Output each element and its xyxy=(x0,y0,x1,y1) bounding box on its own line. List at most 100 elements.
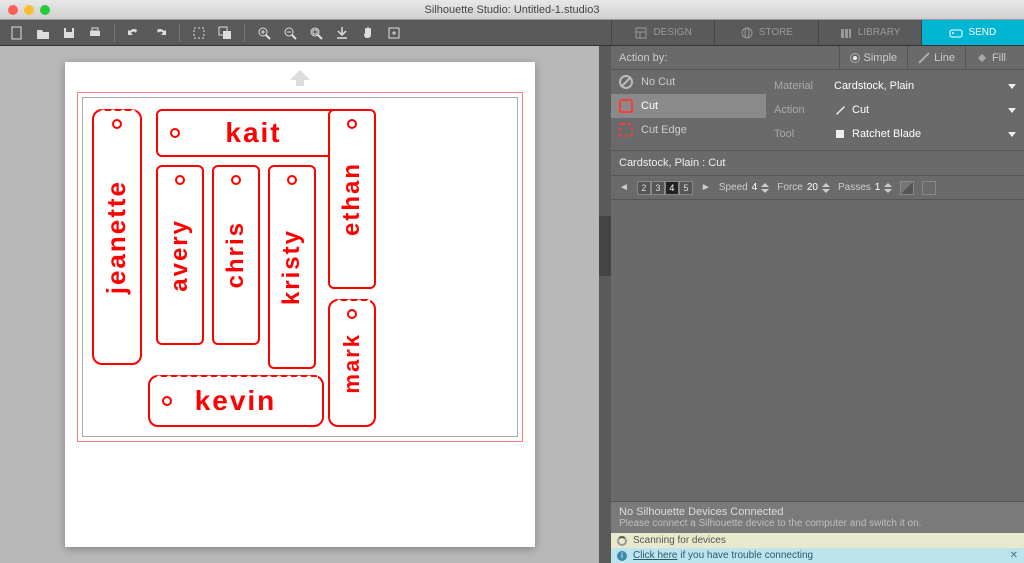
cutmode-nocut[interactable]: No Cut xyxy=(611,70,766,94)
tab-design[interactable]: DESIGN xyxy=(611,20,714,45)
action-by-label: Action by: xyxy=(619,52,667,64)
cut-mode-list: No Cut Cut Cut Edge xyxy=(611,70,766,150)
action-dropdown[interactable]: Cut xyxy=(834,104,1016,116)
upload-arrow-icon xyxy=(286,68,314,88)
chevron-down-icon xyxy=(1008,132,1016,137)
tag-text: jeanette xyxy=(101,180,132,294)
tool-dropdown[interactable]: Ratchet Blade xyxy=(834,128,1016,140)
device-status-line2: Please connect a Silhouette device to th… xyxy=(619,518,1016,529)
tag-hole xyxy=(347,119,357,129)
send-icon xyxy=(949,26,963,40)
line-seg-toggle[interactable] xyxy=(900,181,914,195)
tag-avery[interactable]: avery xyxy=(156,165,204,345)
selection-copy-button[interactable] xyxy=(214,22,236,44)
tag-jeanette[interactable]: jeanette xyxy=(92,109,142,365)
tag-text: kait xyxy=(225,117,281,149)
top-tabs: DESIGN STORE LIBRARY SEND xyxy=(611,20,1024,46)
passes-label: Passes xyxy=(838,182,871,193)
blade-small-icon xyxy=(834,104,846,116)
close-help-button[interactable]: ✕ xyxy=(1010,550,1018,561)
print-button[interactable] xyxy=(84,22,106,44)
select-tool-button[interactable] xyxy=(188,22,210,44)
tag-hole xyxy=(287,175,297,185)
tag-hole xyxy=(231,175,241,185)
blade-seg-3[interactable]: 3 xyxy=(651,181,665,195)
minimize-window-button[interactable] xyxy=(24,5,34,15)
artboard-button[interactable] xyxy=(383,22,405,44)
tag-mark[interactable]: mark xyxy=(328,299,376,427)
open-file-button[interactable] xyxy=(32,22,54,44)
material-dropdown[interactable]: Cardstock, Plain xyxy=(834,80,1016,92)
blade-left-arrow[interactable]: ◄ xyxy=(619,182,629,193)
tag-hole xyxy=(162,396,172,406)
speed-spinner[interactable] xyxy=(761,183,769,193)
tag-text: avery xyxy=(166,219,194,292)
scanning-row: Scanning for devices xyxy=(611,533,1024,548)
tag-ethan[interactable]: ethan xyxy=(328,109,376,289)
blade-seg-4[interactable]: 4 xyxy=(665,181,679,195)
info-icon: i xyxy=(617,551,627,561)
help-link[interactable]: Click here xyxy=(633,550,677,561)
tab-label: STORE xyxy=(759,27,793,38)
panel-divider[interactable] xyxy=(599,46,611,563)
tab-label: SEND xyxy=(968,27,996,38)
zoom-out-button[interactable] xyxy=(279,22,301,44)
blade-seg-5[interactable]: 5 xyxy=(679,181,693,195)
mode-simple[interactable]: Simple xyxy=(839,46,908,70)
main-toolbar xyxy=(0,20,611,46)
send-panel: Action by: Simple Line Fill No Cut Cut xyxy=(611,46,1024,563)
design-page[interactable]: jeanette kait avery chris kristy ethan mark kev… xyxy=(65,62,535,547)
device-status-block: No Silhouette Devices Connected Please c… xyxy=(611,501,1024,533)
tag-kristy[interactable]: kristy xyxy=(268,165,316,369)
tag-text: kristy xyxy=(278,229,306,305)
tag-kait[interactable]: kait xyxy=(156,109,352,157)
line-icon xyxy=(918,52,930,64)
divider-handle[interactable] xyxy=(599,216,611,276)
pan-tool-button[interactable] xyxy=(357,22,379,44)
download-button[interactable] xyxy=(331,22,353,44)
tag-hole xyxy=(112,119,122,129)
help-connecting-row[interactable]: i Click here if you have trouble connect… xyxy=(611,548,1024,563)
zoom-in-button[interactable] xyxy=(253,22,275,44)
tab-library[interactable]: LIBRARY xyxy=(818,20,921,45)
save-button[interactable] xyxy=(58,22,80,44)
zoom-window-button[interactable] xyxy=(40,5,50,15)
tag-text: kevin xyxy=(195,385,277,417)
action-label: Action xyxy=(774,104,824,116)
canvas-area[interactable]: jeanette kait avery chris kristy ethan mark kev… xyxy=(0,46,599,563)
tab-label: LIBRARY xyxy=(858,27,901,38)
cutmode-cut[interactable]: Cut xyxy=(611,94,766,118)
tag-hole xyxy=(170,128,180,138)
mode-fill[interactable]: Fill xyxy=(965,46,1016,70)
title-bar: Silhouette Studio: Untitled-1.studio3 xyxy=(0,0,1024,20)
spinner-icon xyxy=(617,536,627,546)
speed-value: 4 xyxy=(752,182,758,193)
tab-store[interactable]: STORE xyxy=(714,20,817,45)
tag-chris[interactable]: chris xyxy=(212,165,260,345)
tab-label: DESIGN xyxy=(653,27,691,38)
fill-icon xyxy=(976,52,988,64)
library-icon xyxy=(839,26,853,40)
tag-hole xyxy=(175,175,185,185)
cut-area-outline: jeanette kait avery chris kristy ethan mark kev… xyxy=(77,92,523,442)
passes-value: 1 xyxy=(875,182,881,193)
overcut-toggle[interactable] xyxy=(922,181,936,195)
force-spinner[interactable] xyxy=(822,183,830,193)
cut-params-row: ◄ 2 3 4 5 ► Speed 4 Force 20 Passes 1 xyxy=(611,176,1024,200)
zoom-fit-button[interactable] xyxy=(305,22,327,44)
window-title: Silhouette Studio: Untitled-1.studio3 xyxy=(0,4,1024,16)
blade-seg-2[interactable]: 2 xyxy=(637,181,651,195)
action-by-row: Action by: Simple Line Fill xyxy=(611,46,1024,70)
mode-line[interactable]: Line xyxy=(907,46,965,70)
redo-button[interactable] xyxy=(149,22,171,44)
close-window-button[interactable] xyxy=(8,5,18,15)
tab-send[interactable]: SEND xyxy=(921,20,1024,45)
passes-spinner[interactable] xyxy=(884,183,892,193)
undo-button[interactable] xyxy=(123,22,145,44)
cutmode-cutedge[interactable]: Cut Edge xyxy=(611,118,766,142)
nocut-icon xyxy=(617,73,635,91)
blade-right-arrow[interactable]: ► xyxy=(701,182,711,193)
new-file-button[interactable] xyxy=(6,22,28,44)
speed-label: Speed xyxy=(719,182,748,193)
tag-kevin[interactable]: kevin xyxy=(148,375,324,427)
